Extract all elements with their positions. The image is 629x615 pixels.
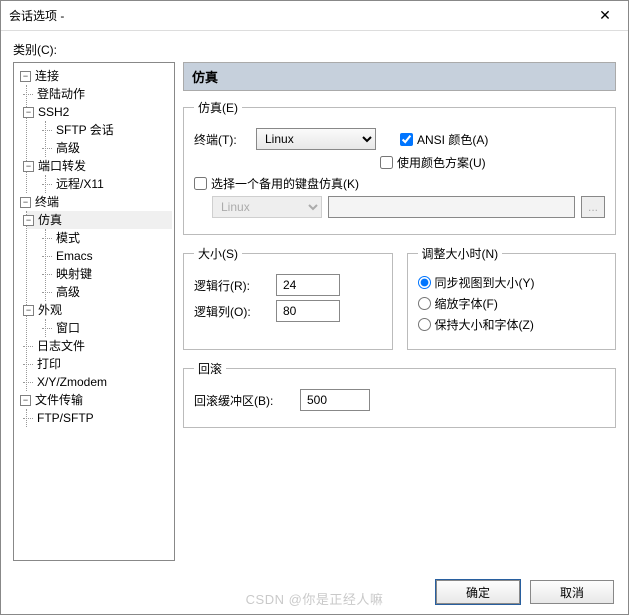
tree-item-modes[interactable]: 模式 [56,230,80,246]
category-tree[interactable]: −连接 登陆动作 −SSH2 SFTP 会话 高级 −端口转发 远程 [13,62,175,561]
collapse-icon[interactable]: − [20,71,31,82]
size-group: 大小(S) 逻辑行(R): 逻辑列(O): [183,245,393,350]
tree-item-advanced[interactable]: 高级 [56,140,80,156]
watermark: CSDN @你是正经人嘛 [246,589,384,608]
scrollback-group: 回滚 回滚缓冲区(B): [183,360,616,428]
size-legend: 大小(S) [194,245,242,262]
buffer-input[interactable] [300,389,370,411]
collapse-icon[interactable]: − [23,305,34,316]
tree-item-portfwd[interactable]: 端口转发 [38,158,86,174]
panel-title: 仿真 [183,62,616,91]
ok-button[interactable]: 确定 [436,580,520,604]
tree-item-window[interactable]: 窗口 [56,320,80,336]
collapse-icon[interactable]: − [20,395,31,406]
tree-item-appearance[interactable]: 外观 [38,302,62,318]
collapse-icon[interactable]: − [23,161,34,172]
tree-item-ssh2[interactable]: SSH2 [38,104,69,120]
buffer-label: 回滚缓冲区(B): [194,392,294,409]
browse-button: ... [581,196,605,218]
settings-panel: 仿真 仿真(E) 终端(T): Linux ANSI 颜色(A) 使用颜色方案(… [183,62,616,561]
collapse-icon[interactable]: − [20,197,31,208]
tree-item-terminal[interactable]: 终端 [35,194,59,210]
tree-item-sftp[interactable]: SFTP 会话 [56,122,114,138]
tree-item-connection[interactable]: 连接 [35,68,59,84]
terminal-label: 终端(T): [194,131,250,148]
alt-keyboard-select: Linux [212,196,322,218]
emulation-group: 仿真(E) 终端(T): Linux ANSI 颜色(A) 使用颜色方案(U) … [183,99,616,235]
collapse-icon[interactable]: − [23,107,34,118]
color-scheme-checkbox[interactable]: 使用颜色方案(U) [380,154,486,171]
alt-keyboard-checkbox[interactable]: 选择一个备用的键盘仿真(K) [194,175,359,192]
cancel-button[interactable]: 取消 [530,580,614,604]
close-icon[interactable]: ✕ [590,7,620,24]
dialog-footer: 确定 取消 [436,580,614,604]
rows-label: 逻辑行(R): [194,277,270,294]
resize-zoom-radio[interactable]: 缩放字体(F) [418,295,606,312]
tree-item-xyz[interactable]: X/Y/Zmodem [37,374,107,390]
tree-item-adv2[interactable]: 高级 [56,284,80,300]
tree-item-print[interactable]: 打印 [37,356,61,372]
rows-input[interactable] [276,274,340,296]
scrollback-legend: 回滚 [194,360,226,377]
resize-sync-radio[interactable]: 同步视图到大小(Y) [418,274,606,291]
titlebar: 会话选项 - ✕ [1,1,628,31]
tree-item-ftp[interactable]: FTP/SFTP [37,410,94,426]
cols-input[interactable] [276,300,340,322]
resize-keep-radio[interactable]: 保持大小和字体(Z) [418,316,606,333]
cols-label: 逻辑列(O): [194,303,270,320]
tree-item-log[interactable]: 日志文件 [37,338,85,354]
tree-item-login[interactable]: 登陆动作 [37,86,85,102]
tree-item-mapkeys[interactable]: 映射键 [56,266,92,282]
emulation-legend: 仿真(E) [194,99,242,116]
tree-item-emacs[interactable]: Emacs [56,248,93,264]
tree-item-remote[interactable]: 远程/X11 [56,176,104,192]
terminal-select[interactable]: Linux [256,128,376,150]
ansi-color-checkbox[interactable]: ANSI 颜色(A) [400,131,488,148]
tree-item-filetrans[interactable]: 文件传输 [35,392,83,408]
resize-group: 调整大小时(N) 同步视图到大小(Y) 缩放字体(F) 保持大小和字体(Z) [407,245,617,350]
alt-keyboard-path [328,196,575,218]
resize-legend: 调整大小时(N) [418,245,503,262]
tree-item-emulation[interactable]: 仿真 [38,212,62,228]
window-title: 会话选项 - [9,7,590,24]
collapse-icon[interactable]: − [23,215,34,226]
category-label: 类别(C): [13,41,616,58]
